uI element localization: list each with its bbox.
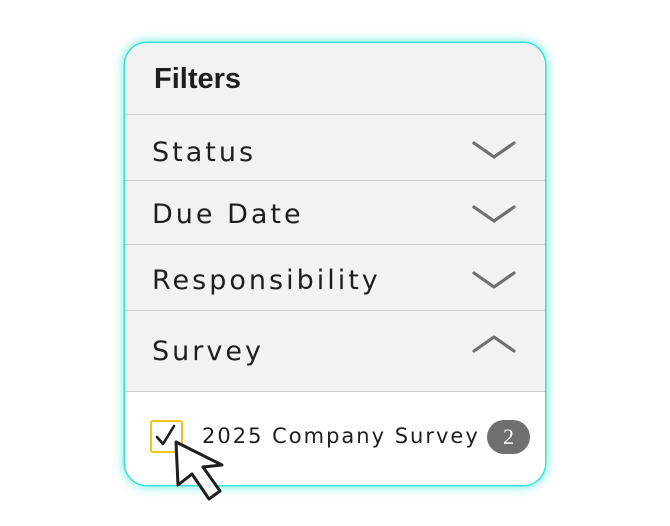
chevron-down-icon	[472, 205, 516, 223]
mouse-pointer-icon	[174, 440, 224, 501]
filters-header: Filters	[125, 43, 545, 115]
chevron-up-icon	[472, 335, 516, 353]
filter-section-due-date[interactable]: Due Date	[125, 181, 545, 245]
chevron-down-icon	[472, 271, 516, 289]
filters-title: Filters	[154, 63, 242, 95]
filters-panel: Filters Status Due Date Responsibility S…	[125, 43, 545, 485]
survey-option-count-badge: 2	[487, 420, 530, 454]
chevron-down-icon	[472, 141, 516, 159]
filter-section-label: Due Date	[152, 199, 304, 230]
filter-section-responsibility[interactable]: Responsibility	[125, 245, 545, 311]
filter-section-status[interactable]: Status	[125, 115, 545, 181]
filter-section-label: Survey	[152, 336, 264, 367]
filter-section-label: Status	[152, 137, 257, 168]
filter-section-label: Responsibility	[152, 265, 381, 296]
filter-section-survey[interactable]: Survey	[125, 311, 545, 392]
